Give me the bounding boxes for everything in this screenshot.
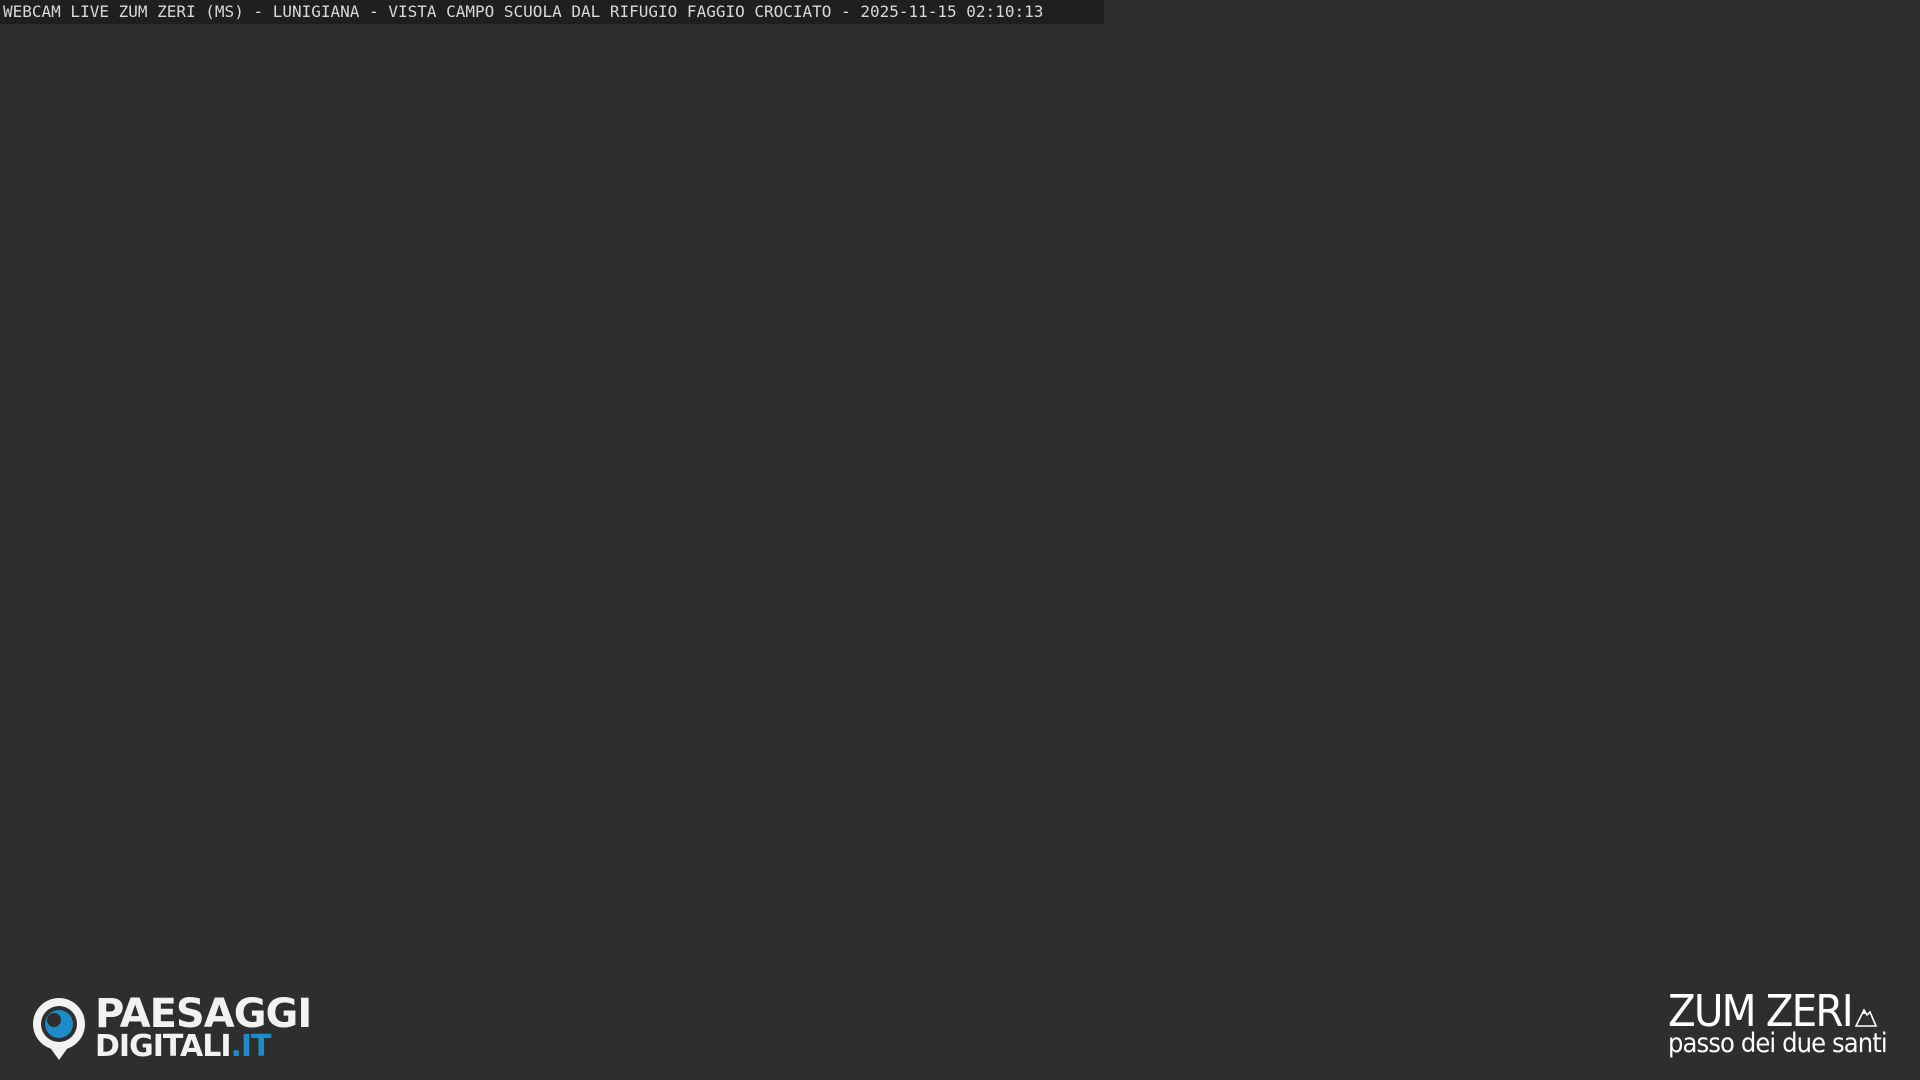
logo-digitali-text: DIGITALI bbox=[95, 1029, 231, 1064]
zum-zeri-logo: ZUM ZERI passo dei due santi bbox=[1668, 988, 1900, 1060]
paesaggi-digitali-logo: PAESAGGI DIGITALI.IT bbox=[30, 992, 330, 1066]
logo-tld-text: .IT bbox=[230, 1029, 271, 1064]
zum-zeri-subtitle: passo dei due santi bbox=[1668, 1028, 1888, 1059]
webcam-caption: WEBCAM LIVE ZUM ZERI (MS) - LUNIGIANA - … bbox=[0, 0, 1104, 24]
mountain-peak-icon bbox=[1854, 1008, 1878, 1027]
eye-pin-icon bbox=[33, 998, 85, 1060]
webcam-frame: WEBCAM LIVE ZUM ZERI (MS) - LUNIGIANA - … bbox=[0, 0, 1920, 1080]
logo-line-digitali: DIGITALI.IT bbox=[95, 1029, 272, 1064]
